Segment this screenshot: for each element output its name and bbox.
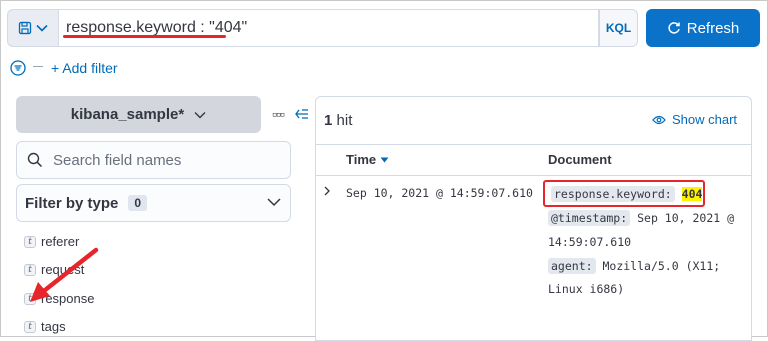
doc-field-agent: agent: Mozilla/5.0 (X11; <box>548 258 721 274</box>
column-header-time-label: Time <box>346 152 377 167</box>
refresh-label: Refresh <box>686 19 740 37</box>
show-chart-button[interactable]: Show chart <box>652 112 737 127</box>
row-timestamp: Sep 10, 2021 @ 14:59:07.610 <box>346 186 533 200</box>
panel-divider <box>316 144 751 145</box>
doc-value-continuation: Linux i686) <box>548 282 625 296</box>
doc-value-continuation: 14:59:07.610 <box>548 235 632 249</box>
field-search-input[interactable]: Search field names <box>16 141 291 179</box>
doc-value: Mozilla/5.0 (X11; <box>602 259 721 273</box>
filter-by-type-button[interactable]: Filter by type 0 <box>16 184 291 222</box>
string-type-icon: t <box>24 320 36 333</box>
index-pattern-label: kibana_sample* <box>70 106 185 123</box>
hit-count-value: 1 <box>324 112 333 129</box>
field-item-tags[interactable]: t tags <box>24 319 66 334</box>
add-filter-button[interactable]: + Add filter <box>51 60 118 76</box>
sort-descending-icon <box>380 157 389 162</box>
column-header-document: Document <box>548 152 612 167</box>
query-annotation-underline <box>63 35 226 38</box>
index-pattern-selector[interactable]: kibana_sample* <box>16 96 261 133</box>
save-icon <box>18 21 32 35</box>
refresh-button[interactable]: Refresh <box>646 9 760 47</box>
eye-icon <box>652 115 666 124</box>
header-divider <box>316 175 751 176</box>
saved-query-button[interactable] <box>7 9 58 47</box>
column-header-time[interactable]: Time <box>346 152 389 167</box>
search-icon <box>27 152 43 168</box>
search-placeholder: Search field names <box>53 151 182 169</box>
doc-field-timestamp: @timestamp: Sep 10, 2021 @ <box>548 210 735 226</box>
doc-value: Sep 10, 2021 @ <box>637 211 735 225</box>
annotation-highlight-box <box>543 180 705 207</box>
hit-count-label: hit <box>336 112 353 129</box>
annotation-arrow-icon <box>30 247 99 302</box>
doc-key: agent: <box>548 258 596 274</box>
query-input[interactable]: response.keyword : "404" <box>58 9 599 47</box>
expand-row-icon[interactable] <box>322 186 332 196</box>
more-options-icon[interactable]: ▫▫▫ <box>272 106 285 122</box>
filter-by-type-label: Filter by type <box>25 194 119 212</box>
field-name: tags <box>41 319 66 334</box>
filter-count-badge: 0 <box>128 195 148 211</box>
filter-separator <box>33 66 43 67</box>
collapse-sidebar-icon[interactable] <box>294 107 310 121</box>
refresh-icon <box>668 22 680 34</box>
filter-options-icon[interactable] <box>10 60 26 76</box>
chevron-down-icon <box>267 198 281 207</box>
show-chart-label: Show chart <box>672 112 738 127</box>
chevron-down-icon <box>194 111 206 118</box>
hit-count: 1 hit <box>324 112 352 129</box>
chevron-down-icon <box>36 24 48 32</box>
doc-key: @timestamp: <box>548 210 631 226</box>
query-language-button[interactable]: KQL <box>599 9 638 47</box>
